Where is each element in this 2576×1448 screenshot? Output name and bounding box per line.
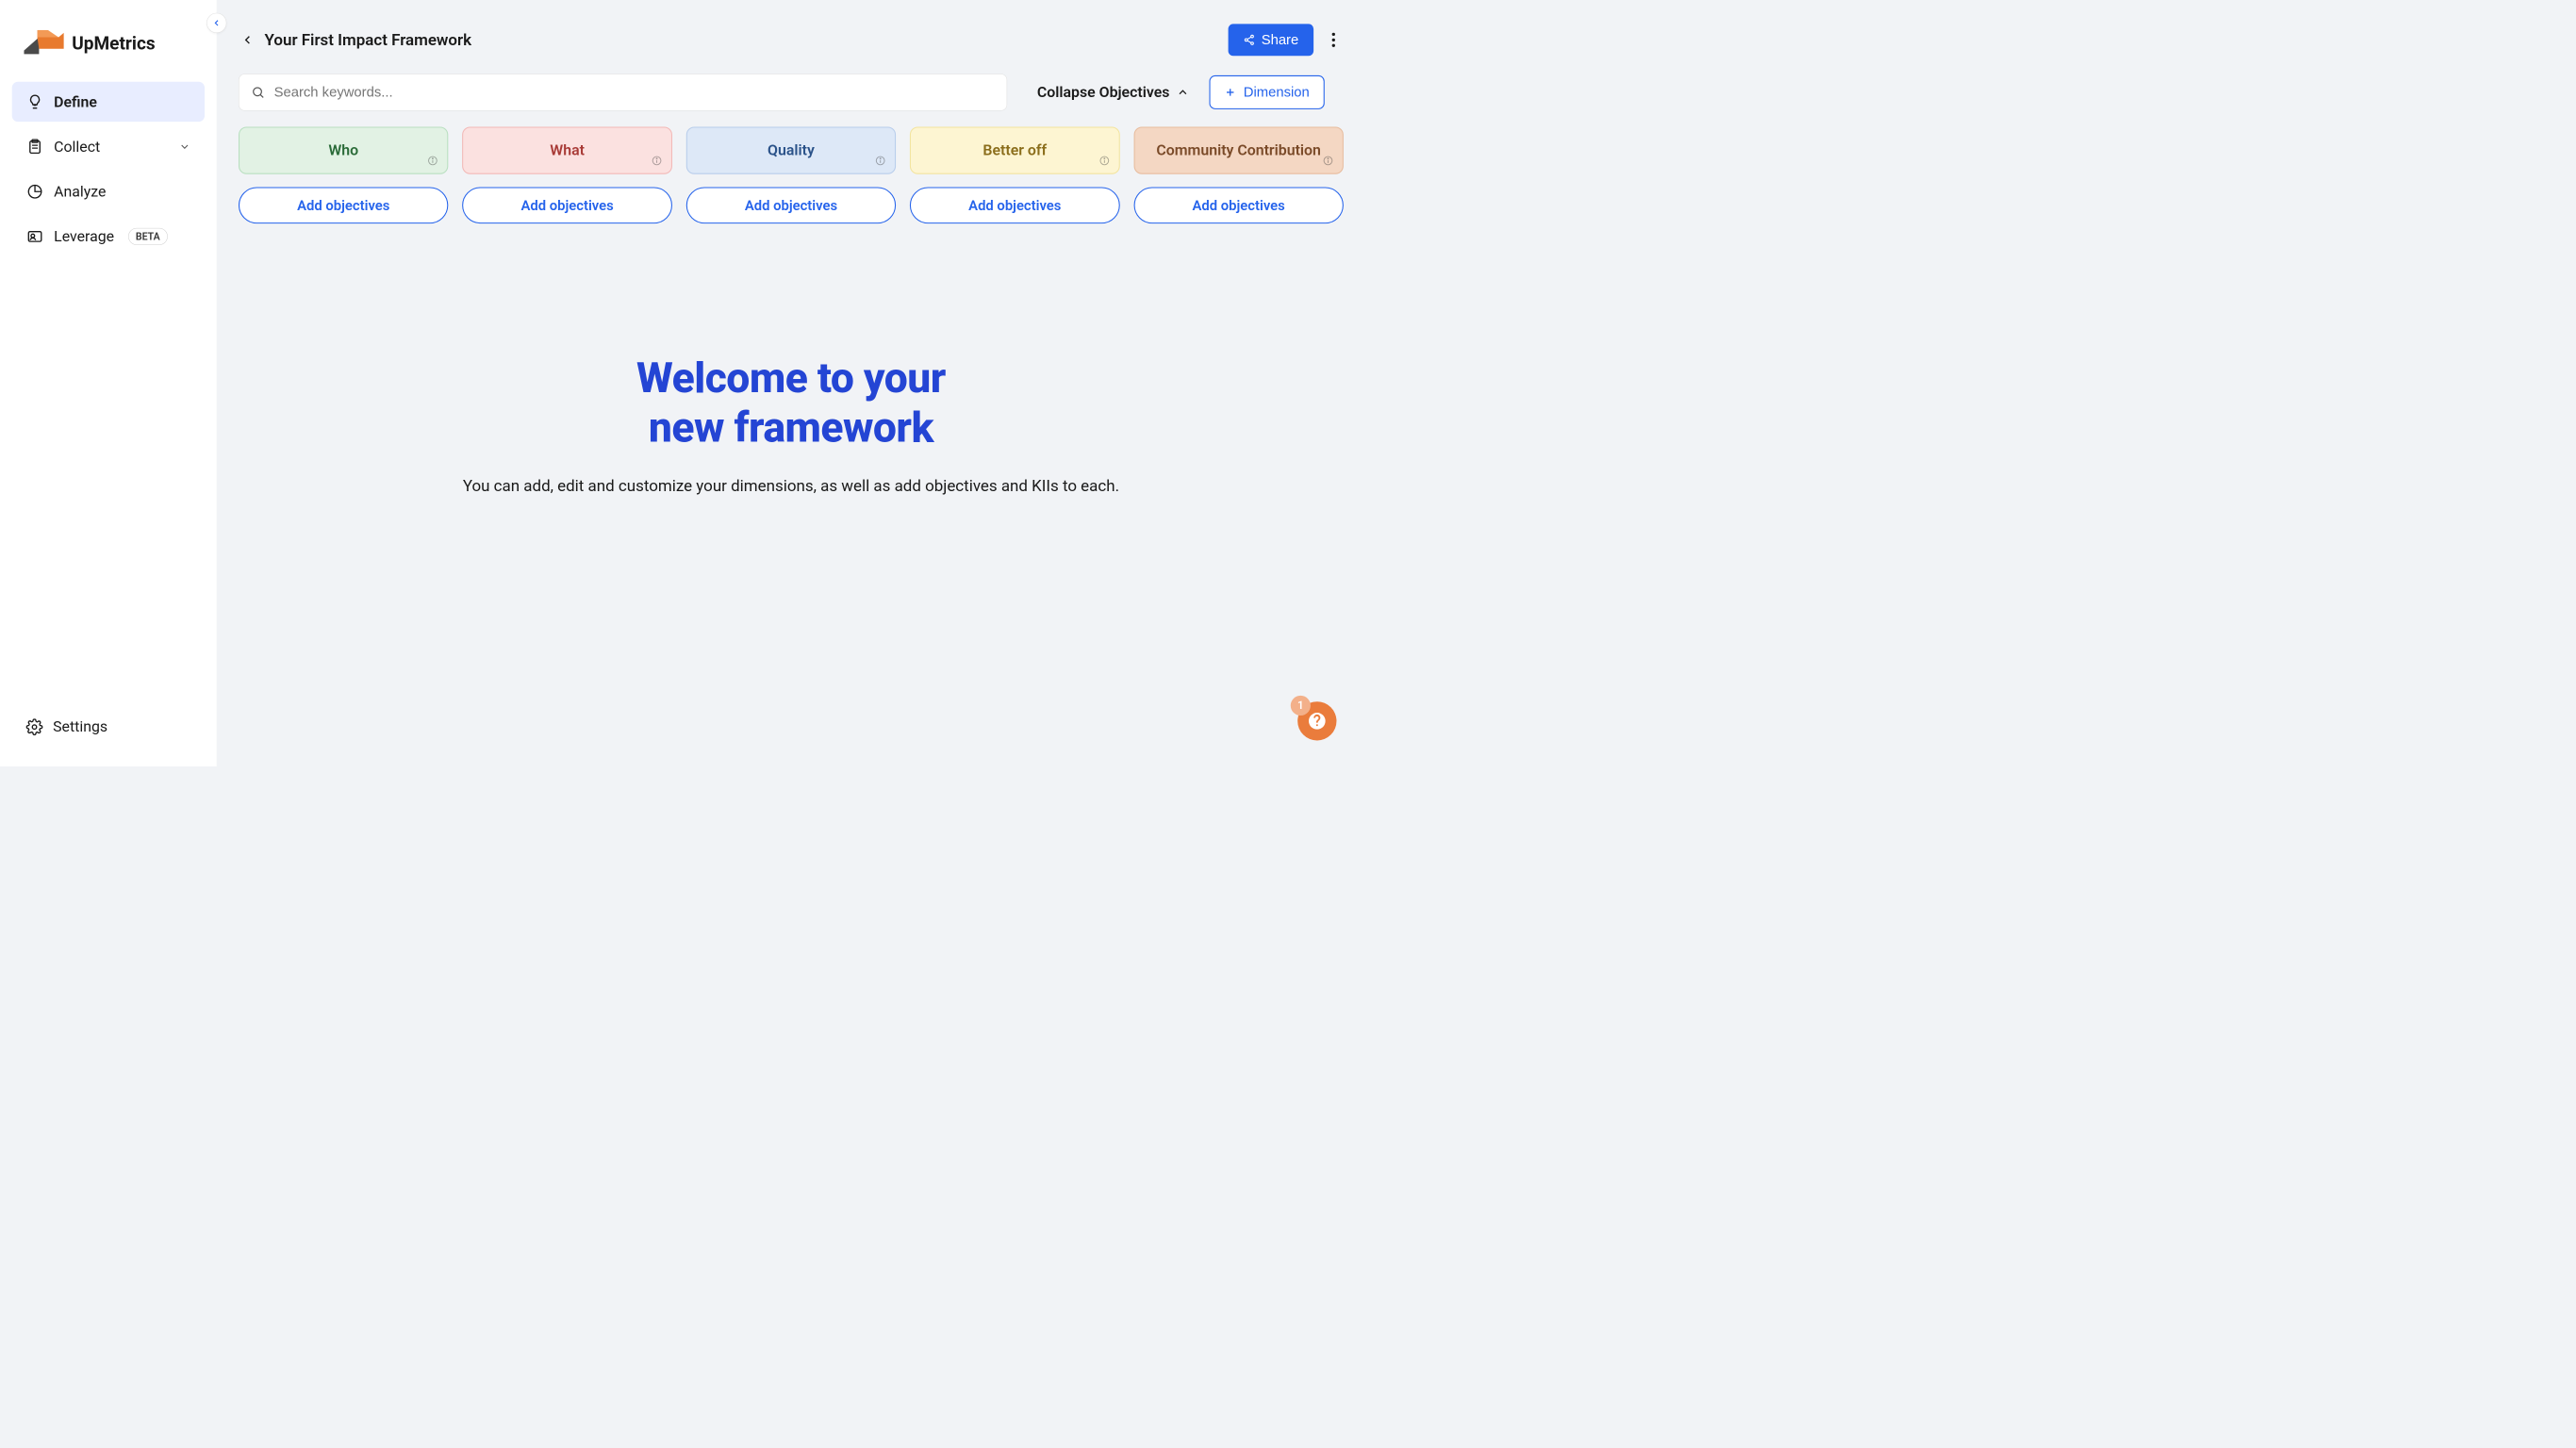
welcome-title: Welcome to your new framework [239, 354, 1344, 452]
sidebar-item-define[interactable]: Define [12, 82, 205, 122]
welcome-subtitle: You can add, edit and customize your dim… [239, 472, 1344, 500]
dimension-card-quality[interactable]: Quality [686, 126, 897, 173]
info-icon[interactable] [652, 156, 664, 168]
share-button[interactable]: Share [1229, 24, 1313, 56]
search-input-wrap[interactable] [239, 74, 1007, 110]
chevron-up-icon [1177, 86, 1190, 99]
add-dimension-button[interactable]: Dimension [1210, 75, 1325, 109]
beta-badge: BETA [128, 228, 168, 245]
settings-label: Settings [53, 718, 107, 736]
brand-name: UpMetrics [72, 33, 155, 54]
dimension-label: What [550, 141, 585, 159]
dimension-label: Dimension [1244, 84, 1310, 100]
search-icon [251, 86, 265, 100]
controls-row: Collapse Objectives Dimension [239, 74, 1344, 110]
add-objectives-button[interactable]: Add objectives [1133, 187, 1344, 223]
more-menu-button[interactable] [1324, 30, 1344, 50]
page-title: Your First Impact Framework [265, 30, 472, 49]
add-objectives-button[interactable]: Add objectives [686, 187, 897, 223]
topbar: Your First Impact Framework Share [239, 24, 1344, 56]
help-badge: 1 [1291, 696, 1311, 716]
collapse-sidebar-button[interactable] [206, 13, 226, 33]
sidebar-item-label: Leverage [54, 228, 114, 246]
sidebar-nav: Define Collect [12, 82, 205, 707]
dimension-label: Quality [768, 141, 815, 159]
search-input[interactable] [274, 84, 995, 100]
info-icon[interactable] [875, 156, 887, 168]
sidebar-item-label: Analyze [54, 183, 106, 201]
sidebar: UpMetrics Define Collect [0, 0, 217, 766]
add-objectives-button[interactable]: Add objectives [910, 187, 1120, 223]
dimension-label: Community Contribution [1156, 141, 1321, 159]
help-button[interactable]: 1 [1297, 701, 1336, 740]
add-objectives-button[interactable]: Add objectives [239, 187, 449, 223]
dimensions-row: Who What Quality Better off Community Co… [239, 126, 1344, 173]
info-icon[interactable] [1323, 156, 1335, 168]
share-label: Share [1262, 32, 1299, 48]
info-icon[interactable] [1098, 156, 1111, 168]
logo-mark-icon [24, 30, 63, 58]
sidebar-item-leverage[interactable]: Leverage BETA [12, 217, 205, 256]
dimension-card-what[interactable]: What [462, 126, 672, 173]
dimension-card-who[interactable]: Who [239, 126, 449, 173]
pie-chart-icon [26, 183, 44, 201]
back-button[interactable] [239, 31, 256, 49]
dimension-card-community[interactable]: Community Contribution [1133, 126, 1344, 173]
dimension-label: Better off [983, 141, 1047, 159]
collapse-objectives-toggle[interactable]: Collapse Objectives [1037, 84, 1190, 102]
brand-logo: UpMetrics [12, 20, 205, 82]
dimension-label: Who [328, 141, 358, 159]
welcome-section: Welcome to your new framework You can ad… [239, 354, 1344, 500]
add-objectives-row: Add objectives Add objectives Add object… [239, 187, 1344, 223]
share-icon [1244, 34, 1256, 46]
main-content: Your First Impact Framework Share [217, 0, 1363, 766]
sidebar-item-label: Collect [54, 138, 100, 156]
dimension-card-better-off[interactable]: Better off [910, 126, 1120, 173]
sidebar-item-settings[interactable]: Settings [12, 707, 205, 747]
lightbulb-icon [26, 92, 44, 110]
plus-icon [1225, 87, 1237, 99]
info-icon[interactable] [427, 156, 439, 168]
question-icon [1307, 711, 1327, 731]
gear-icon [26, 718, 43, 735]
chevron-down-icon [178, 140, 190, 153]
clipboard-icon [26, 138, 44, 156]
collapse-objectives-label: Collapse Objectives [1037, 84, 1170, 102]
sidebar-item-label: Define [54, 93, 97, 111]
sidebar-item-analyze[interactable]: Analyze [12, 172, 205, 211]
person-card-icon [26, 227, 44, 245]
add-objectives-button[interactable]: Add objectives [462, 187, 672, 223]
sidebar-item-collect[interactable]: Collect [12, 126, 205, 166]
